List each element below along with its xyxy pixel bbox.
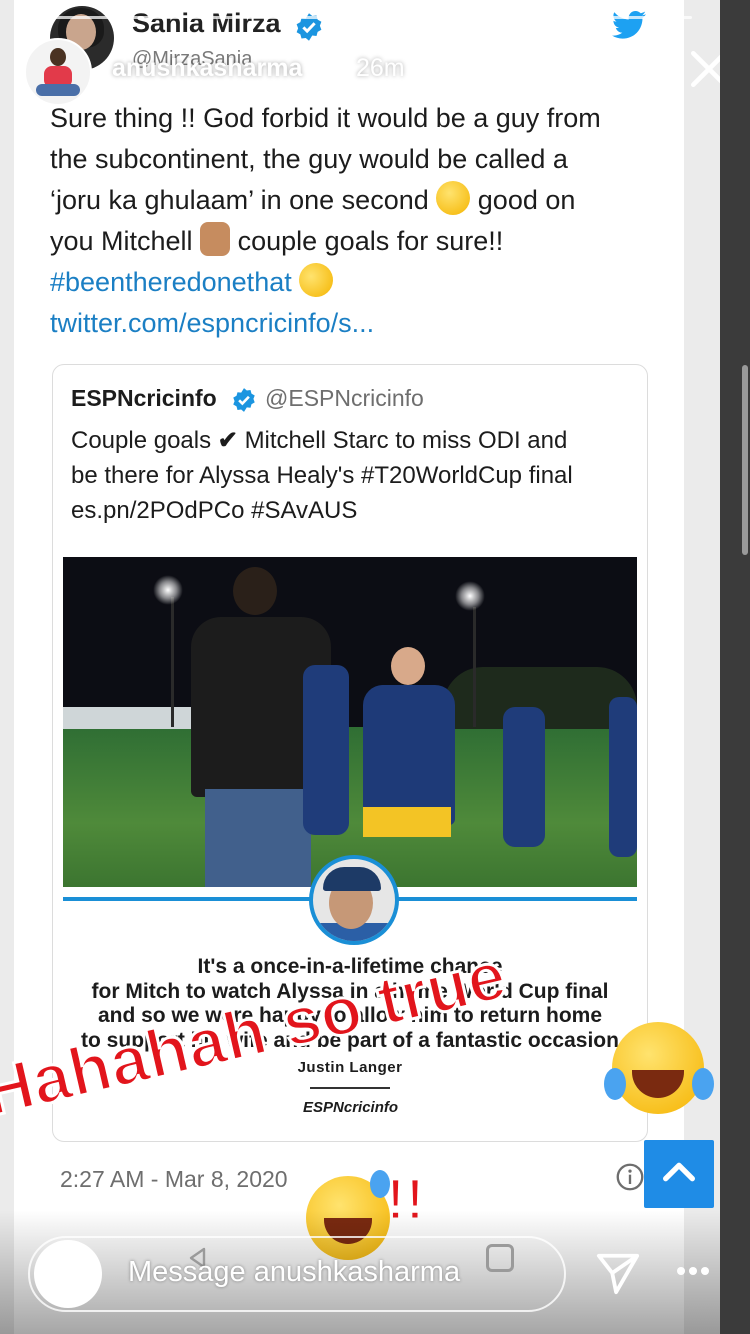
check-mark-icon: ✔	[217, 427, 238, 454]
send-icon[interactable]	[594, 1250, 642, 1296]
langer-portrait	[309, 855, 399, 945]
story-user-avatar[interactable]	[24, 38, 92, 106]
scrollbar-thumb[interactable]	[742, 365, 748, 555]
twitter-bird-icon	[612, 10, 646, 39]
tweet-author-name: Sania Mirza	[132, 8, 281, 38]
tears-of-joy-emoji-icon	[604, 1022, 714, 1114]
quoted-author-handle: @ESPNcricinfo	[265, 385, 424, 411]
story-progress-bar	[514, 16, 692, 19]
story-progress-bar	[352, 16, 506, 19]
more-icon[interactable]	[676, 1266, 710, 1276]
chevron-up-icon	[663, 1162, 695, 1182]
story-view: Sania Mirza @MirzaSania Sure thing !! Go…	[0, 0, 720, 1334]
tweet-line: the subcontinent, the guy would be calle…	[50, 144, 568, 174]
tweet-line: you Mitchell couple goals for sure!!	[50, 221, 660, 262]
quoted-tweet-photo[interactable]	[63, 557, 637, 887]
hashtag-link[interactable]: #beentheredonethat	[50, 258, 660, 303]
camera-button[interactable]	[34, 1240, 102, 1308]
story-username[interactable]: anushkasharma	[112, 54, 302, 83]
tweet-line: Sure thing !! God forbid it would be a g…	[50, 103, 601, 133]
side-strip	[720, 0, 750, 1334]
story-progress-bar	[190, 16, 344, 19]
story-time-ago: 26m	[356, 54, 405, 82]
close-icon[interactable]	[688, 48, 720, 90]
quoted-line: Couple goals ✔ Mitchell Starc to miss OD…	[71, 427, 568, 454]
quoted-author-name: ESPNcricinfo	[71, 385, 217, 411]
sweat-smile-emoji-icon	[436, 181, 471, 215]
info-icon[interactable]	[616, 1163, 644, 1191]
quoted-tweet-text: Couple goals ✔ Mitchell Starc to miss OD…	[71, 423, 641, 528]
tweet-text: Sure thing !! God forbid it would be a g…	[50, 98, 660, 344]
thumbs-up-emoji-icon	[200, 222, 231, 256]
quoted-line: es.pn/2POdPCo #SAvAUS	[71, 497, 358, 524]
story-progress-bar	[28, 16, 182, 19]
scroll-up-button[interactable]	[644, 1140, 714, 1208]
message-placeholder[interactable]: Message anushkasharma	[128, 1256, 460, 1289]
verified-badge-icon	[233, 388, 255, 412]
tweet-line: ‘joru ka ghulaam’ in one second good on	[50, 180, 660, 221]
quoted-line: be there for Alyssa Healy's #T20WorldCup…	[71, 462, 573, 489]
tweet-url-link[interactable]: twitter.com/espncricinfo/s...	[50, 303, 660, 344]
rofl-emoji-icon	[294, 258, 339, 302]
